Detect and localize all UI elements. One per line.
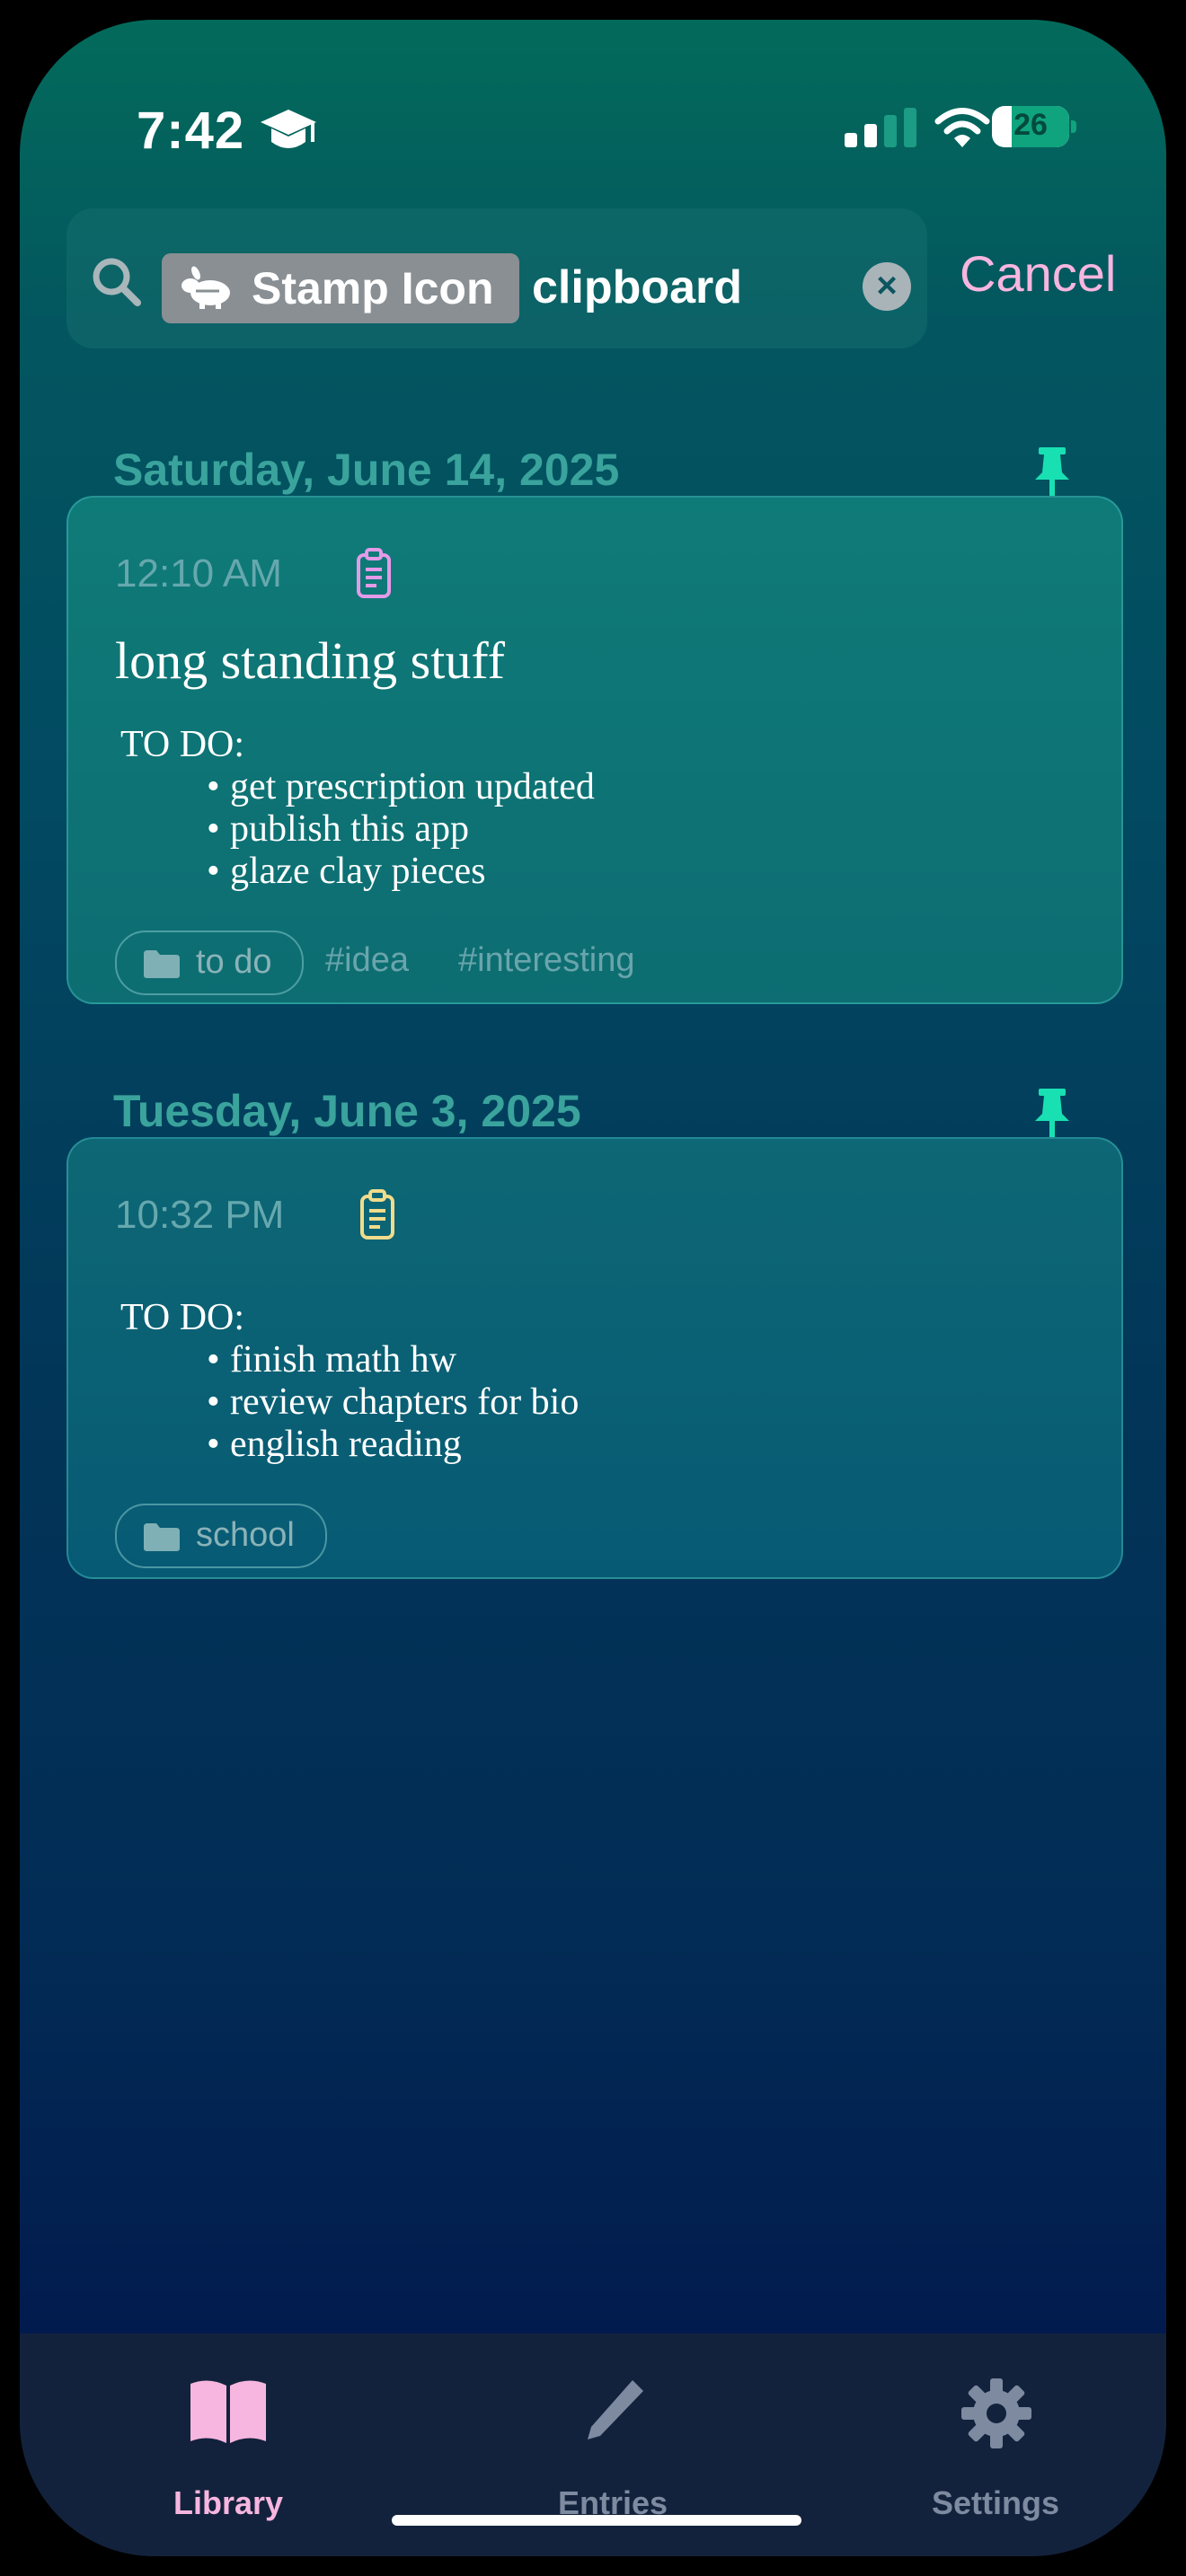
- entry-title: long standing stuff: [115, 631, 505, 690]
- entry-body: TO DO: get prescription updated publish …: [120, 724, 595, 893]
- search-query-text: clipboard: [532, 261, 743, 313]
- pin-icon[interactable]: [1033, 446, 1071, 498]
- tab-settings[interactable]: Settings: [861, 2377, 1130, 2521]
- list-item: publish this app: [230, 808, 595, 851]
- home-indicator[interactable]: [392, 2515, 801, 2526]
- gear-icon: [961, 2378, 1031, 2448]
- pin-icon[interactable]: [1033, 1087, 1071, 1139]
- folder-icon: [144, 950, 180, 978]
- list-item: get prescription updated: [230, 766, 595, 808]
- status-time: 7:42: [137, 101, 245, 160]
- date-header: Saturday, June 14, 2025: [113, 445, 620, 495]
- tab-entries[interactable]: Entries: [478, 2377, 748, 2521]
- search-token-label: Stamp Icon: [252, 263, 494, 313]
- folder-tag[interactable]: school: [115, 1504, 327, 1568]
- hashtag[interactable]: #idea: [325, 941, 409, 980]
- entry-card[interactable]: 10:32 PM TO DO: finish math hw review ch…: [66, 1137, 1123, 1579]
- folder-tag-label: school: [196, 1516, 295, 1554]
- tab-label: Settings: [931, 2484, 1059, 2521]
- search-token-chip[interactable]: Stamp Icon: [162, 253, 519, 323]
- tab-library[interactable]: Library: [93, 2377, 363, 2521]
- book-icon: [190, 2380, 266, 2443]
- battery-level: 26: [1013, 108, 1048, 142]
- close-icon: ×: [876, 266, 898, 305]
- cancel-button[interactable]: Cancel: [960, 244, 1116, 303]
- entry-time: 12:10 AM: [115, 551, 282, 595]
- pencil-icon: [588, 2380, 643, 2439]
- list-item: finish math hw: [230, 1339, 579, 1381]
- date-header: Tuesday, June 3, 2025: [113, 1086, 581, 1136]
- entry-time: 10:32 PM: [115, 1193, 285, 1237]
- entry-body: TO DO: finish math hw review chapters fo…: [120, 1297, 579, 1466]
- hashtag[interactable]: #interesting: [458, 941, 634, 980]
- list-item: glaze clay pieces: [230, 851, 595, 893]
- list-item: english reading: [230, 1424, 579, 1466]
- status-bar: 7:42 26: [20, 20, 1166, 199]
- clipboard-icon: [360, 1189, 394, 1239]
- clear-search-button[interactable]: ×: [863, 262, 911, 311]
- tab-label: Library: [173, 2484, 284, 2521]
- list-item: review chapters for bio: [230, 1381, 579, 1424]
- wifi-icon: [934, 108, 990, 147]
- cellular-signal-icon: [845, 108, 916, 147]
- battery-indicator: 26: [992, 106, 1078, 149]
- folder-tag-label: to do: [196, 943, 272, 981]
- folder-icon: [144, 1523, 180, 1551]
- search-field[interactable]: Stamp Icon clipboard ×: [66, 208, 927, 348]
- entry-card[interactable]: 12:10 AM long standing stuff TO DO: get …: [66, 496, 1123, 1004]
- app-screen: 7:42 26 Stamp Icon clipboard × Cancel Sa…: [20, 20, 1166, 2556]
- stamp-icon: [181, 266, 230, 309]
- clipboard-icon: [357, 548, 391, 598]
- entry-body-heading: TO DO:: [120, 724, 245, 765]
- entry-body-heading: TO DO:: [120, 1297, 245, 1338]
- graduation-cap-icon: [261, 110, 316, 148]
- folder-tag[interactable]: to do: [115, 931, 304, 995]
- search-icon: [93, 258, 141, 306]
